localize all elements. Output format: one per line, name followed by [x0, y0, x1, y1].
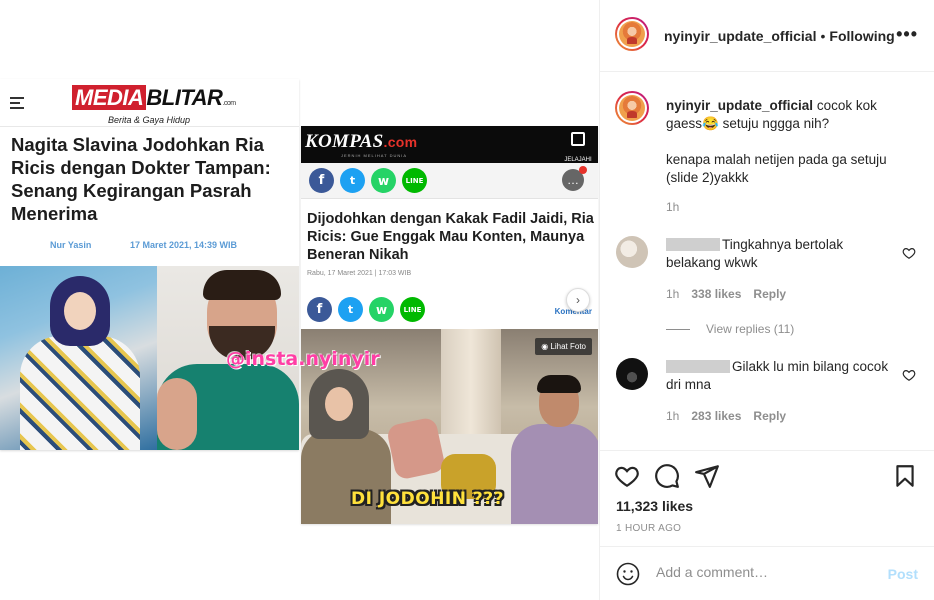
kompas-tagline: JERNIH MELIHAT DUNIA: [341, 153, 408, 158]
kompas-logo: KOMPAS.com: [305, 131, 418, 152]
comment-likes[interactable]: 283 likes: [691, 409, 741, 423]
article-author: Nur Yasin: [50, 240, 92, 250]
author-line: nyinyir_update_official • Following: [664, 28, 895, 44]
share-bar: f t w LINE …: [301, 163, 598, 199]
caption-line-2: kenapa malah netijen pada ga setuju (sli…: [666, 152, 887, 185]
comment-likes[interactable]: 338 likes: [691, 287, 741, 301]
line-icon: LINE: [400, 297, 425, 322]
comment-like-heart-icon[interactable]: [902, 246, 916, 260]
post-caption: nyinyir_update_official cocok kok gaess😂…: [666, 97, 916, 187]
share-row-secondary: f t w LINE: [307, 297, 425, 322]
logo-text-media: MEDIA: [72, 85, 147, 110]
article-card-media-blitar: MEDIA BLITAR.com Berita & Gaya Hidup Nagi…: [0, 79, 299, 450]
add-comment-input[interactable]: [656, 564, 876, 580]
post-media[interactable]: MEDIA BLITAR.com Berita & Gaya Hidup Nagi…: [0, 0, 600, 600]
explore-icon: [571, 132, 585, 146]
emoji-icon[interactable]: [616, 562, 640, 586]
caption-timestamp[interactable]: 1h: [666, 200, 679, 214]
view-replies-button[interactable]: View replies (11): [666, 322, 794, 336]
author-username[interactable]: nyinyir_update_official: [664, 28, 816, 44]
redacted-username: [666, 238, 720, 251]
likes-count[interactable]: 11,323 likes: [616, 498, 693, 514]
post-header: nyinyir_update_official • Following •••: [600, 0, 934, 72]
commenter-avatar[interactable]: [616, 358, 648, 390]
next-slide-button[interactable]: ›: [566, 288, 590, 312]
post-comment-button[interactable]: Post: [888, 566, 918, 582]
media-blitar-logo: MEDIA BLITAR.com Berita & Gaya Hidup: [72, 85, 242, 125]
like-heart-icon[interactable]: [614, 463, 640, 489]
separator-dot: •: [820, 28, 826, 44]
photo-woman: [0, 266, 157, 450]
reply-button[interactable]: Reply: [753, 409, 786, 423]
logo-domain: .com: [222, 100, 236, 107]
post-side-panel: nyinyir_update_official • Following ••• ny…: [600, 0, 934, 600]
chat-bubble-icon: …: [562, 166, 587, 191]
save-bookmark-icon[interactable]: [892, 463, 918, 489]
notification-badge: [579, 166, 587, 174]
share-paper-plane-icon[interactable]: [694, 463, 720, 489]
article-card-kompas: KOMPAS.com JERNIH MELIHAT DUNIA JELAJAHI…: [301, 126, 598, 524]
twitter-icon: t: [338, 297, 363, 322]
post-timestamp[interactable]: 1 HOUR AGO: [616, 523, 681, 534]
comment-meta: 1h 338 likes Reply: [666, 287, 786, 301]
kompas-header: KOMPAS.com JERNIH MELIHAT DUNIA JELAJAHI: [301, 126, 598, 163]
watermark-text: @insta.nyinyir: [226, 348, 380, 370]
article-header: MEDIA BLITAR.com Berita & Gaya Hidup: [0, 79, 299, 127]
comments-section[interactable]: nyinyir_update_official cocok kok gaess😂…: [600, 73, 934, 450]
logo-text-blitar: BLITAR: [146, 85, 223, 110]
article-date: 17 Maret 2021, 14:39 WIB: [130, 240, 238, 250]
reply-button[interactable]: Reply: [753, 287, 786, 301]
author-avatar[interactable]: [615, 17, 649, 51]
comment-body: Tingkahnya bertolak belakang wkwk: [666, 236, 896, 272]
article-headline: Nagita Slavina Jodohkan Ria Ricis dengan…: [11, 134, 271, 224]
post-actions: 11,323 likes 1 HOUR AGO: [600, 450, 934, 546]
replies-divider: [666, 328, 690, 330]
whatsapp-icon: w: [371, 168, 396, 193]
comment-bubble-icon[interactable]: [654, 463, 680, 489]
line-icon: LINE: [402, 168, 427, 193]
caption-author-avatar[interactable]: [615, 91, 649, 125]
photo-caption: DI JODOHIN ???: [351, 489, 504, 509]
add-comment-bar: Post: [600, 546, 934, 600]
facebook-icon: f: [307, 297, 332, 322]
facebook-icon: f: [309, 168, 334, 193]
whatsapp-icon: w: [369, 297, 394, 322]
twitter-icon: t: [340, 168, 365, 193]
hamburger-menu-icon: [10, 97, 24, 112]
article-date: Rabu, 17 Maret 2021 | 17:03 WIB: [307, 270, 412, 277]
caption-username[interactable]: nyinyir_update_official: [666, 98, 813, 113]
redacted-username: [666, 360, 730, 373]
comment-like-heart-icon[interactable]: [902, 368, 916, 382]
logo-tagline: Berita & Gaya Hidup: [108, 115, 191, 125]
comment-body: Gilakk lu min bilang cocok dri mna: [666, 358, 896, 394]
comment-time[interactable]: 1h: [666, 409, 679, 423]
commenter-avatar[interactable]: [616, 236, 648, 268]
explore-menu: JELAJAHI: [562, 130, 594, 166]
comment-time[interactable]: 1h: [666, 287, 679, 301]
more-options-icon[interactable]: •••: [896, 24, 918, 45]
comment-meta: 1h 283 likes Reply: [666, 409, 786, 423]
view-replies-label: View replies (11): [706, 322, 795, 336]
article-headline: Dijodohkan dengan Kakak Fadil Jaidi, Ria…: [307, 211, 594, 263]
following-button[interactable]: Following: [829, 28, 894, 44]
view-photo-label: ◉ Lihat Foto: [535, 338, 592, 355]
